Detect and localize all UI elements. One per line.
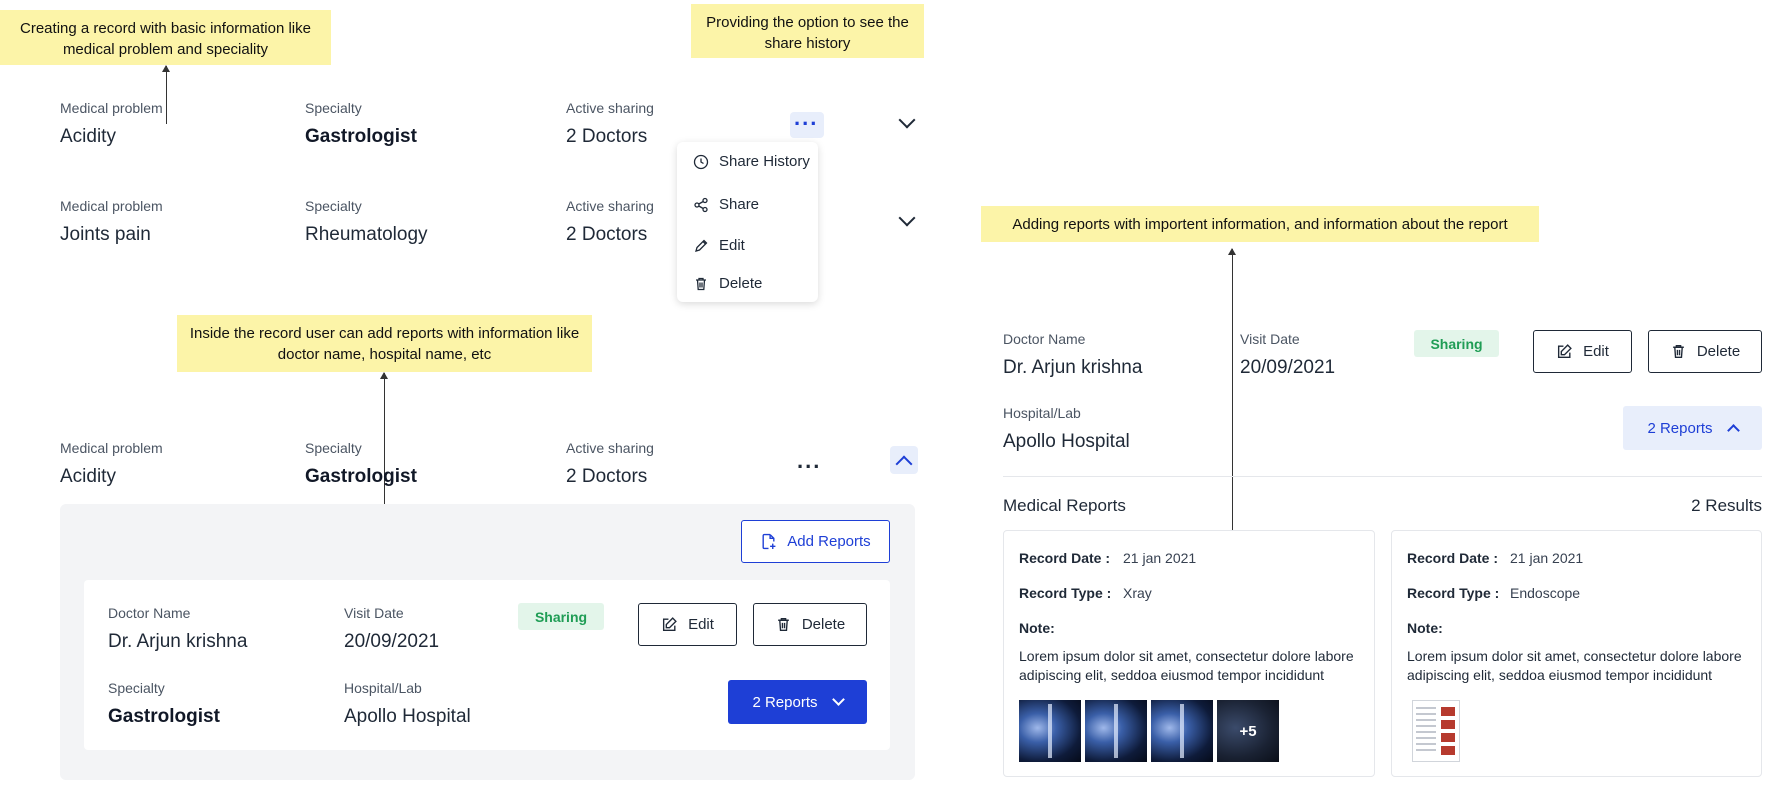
medical-problem-label: Medical problem — [60, 440, 163, 456]
file-add-icon — [762, 533, 776, 550]
xray-thumbnail[interactable] — [1019, 700, 1081, 762]
visit-date-label: Visit Date — [1240, 331, 1300, 347]
divider — [1003, 476, 1762, 477]
trash-icon — [1673, 344, 1684, 359]
record-date-label: Record Date : — [1019, 550, 1111, 566]
active-sharing-value: 2 Doctors — [566, 466, 648, 487]
menu-item-label: Share — [719, 196, 760, 213]
share-icon — [694, 197, 708, 212]
specialty-value: Gastrologist — [305, 466, 417, 487]
record-type-value: Endoscope — [1510, 585, 1581, 601]
reports-toggle-button[interactable]: 2 Reports — [728, 680, 867, 724]
visit-date-value: 20/09/2021 — [1240, 357, 1336, 378]
active-sharing-label: Active sharing — [566, 440, 654, 456]
medical-problem-label: Medical problem — [60, 100, 163, 116]
note-label: Note: — [1019, 620, 1055, 636]
annotation-share-history: Providing the option to see the share hi… — [691, 4, 924, 58]
menu-item-share-history[interactable]: Share History — [693, 153, 810, 170]
active-sharing-value: 2 Doctors — [566, 126, 648, 147]
chevron-down-icon[interactable] — [898, 111, 916, 129]
doctor-name-value: Dr. Arjun krishna — [108, 631, 248, 652]
record-options-menu: Share History Share Edit Delete — [677, 142, 818, 302]
menu-item-label: Delete — [719, 275, 763, 292]
medical-problem-label: Medical problem — [60, 198, 163, 214]
record-type-label: Record Type : — [1407, 585, 1500, 601]
hospital-label: Hospital/Lab — [344, 680, 422, 696]
menu-item-edit[interactable]: Edit — [693, 237, 745, 254]
more-icon: ... — [794, 105, 819, 130]
more-icon[interactable]: ... — [797, 450, 821, 472]
hospital-value: Apollo Hospital — [1003, 431, 1130, 452]
reports-toggle-label: 2 Reports — [752, 693, 818, 711]
edit-icon — [1558, 344, 1572, 359]
active-sharing-label: Active sharing — [566, 198, 654, 214]
chevron-down-icon — [831, 693, 845, 706]
doctor-name-value: Dr. Arjun krishna — [1003, 357, 1143, 378]
doctor-name-label: Doctor Name — [1003, 331, 1086, 347]
active-sharing-label: Active sharing — [566, 100, 654, 116]
hospital-value: Apollo Hospital — [344, 706, 471, 727]
pencil-icon — [695, 239, 708, 252]
hospital-label: Hospital/Lab — [1003, 405, 1081, 421]
edit-button[interactable]: Edit — [1533, 330, 1632, 373]
note-text: Lorem ipsum dolor sit amet, consectetur … — [1407, 648, 1742, 683]
medical-reports-title: Medical Reports — [1003, 496, 1126, 515]
more-images-thumbnail[interactable]: +5 — [1217, 700, 1279, 762]
note-text: Lorem ipsum dolor sit amet, consectetur … — [1019, 648, 1354, 683]
menu-item-delete[interactable]: Delete — [693, 275, 762, 292]
specialty-label: Specialty — [305, 440, 362, 456]
add-reports-button[interactable]: Add Reports — [741, 520, 890, 563]
annotation-create-record: Creating a record with basic information… — [0, 10, 331, 65]
note-label: Note: — [1407, 620, 1443, 636]
results-count: 2 Results — [1691, 496, 1762, 515]
record-type-label: Record Type : — [1019, 585, 1112, 601]
clock-icon — [693, 154, 709, 169]
xray-thumbnail[interactable] — [1151, 700, 1213, 762]
menu-item-label: Share History — [719, 153, 810, 170]
record-date-label: Record Date : — [1407, 550, 1499, 566]
specialty-value: Gastrologist — [108, 706, 220, 727]
doctor-name-label: Doctor Name — [108, 605, 191, 621]
chevron-up-icon — [1726, 424, 1740, 437]
visit-date-value: 20/09/2021 — [344, 631, 440, 652]
medical-problem-value: Joints pain — [60, 224, 151, 245]
specialty-value: Gastrologist — [305, 126, 417, 147]
xray-thumbnail[interactable] — [1085, 700, 1147, 762]
add-reports-label: Add Reports — [787, 533, 871, 550]
record-type-value: Xray — [1123, 585, 1152, 601]
delete-button[interactable]: Delete — [753, 603, 867, 646]
trash-icon — [778, 617, 789, 632]
annotation-adding-reports: Adding reports with importent informatio… — [981, 206, 1539, 242]
specialty-label: Specialty — [305, 198, 362, 214]
endoscope-report-thumbnail[interactable] — [1412, 700, 1460, 762]
record-date-value: 21 jan 2021 — [1510, 550, 1584, 566]
delete-label: Delete — [1696, 343, 1741, 360]
record-date-value: 21 jan 2021 — [1123, 550, 1197, 566]
edit-label: Edit — [688, 616, 714, 633]
reports-toggle-button[interactable]: 2 Reports — [1623, 406, 1762, 450]
edit-icon — [663, 617, 677, 632]
status-badge: Sharing — [518, 603, 604, 630]
medical-problem-value: Acidity — [60, 126, 116, 147]
status-badge: Sharing — [1414, 330, 1499, 357]
specialty-label: Specialty — [305, 100, 362, 116]
active-sharing-value: 2 Doctors — [566, 224, 648, 245]
medical-problem-value: Acidity — [60, 466, 116, 487]
annotation-inside-record: Inside the record user can add reports w… — [177, 315, 592, 372]
specialty-value: Rheumatology — [305, 224, 428, 245]
edit-label: Edit — [1583, 343, 1609, 360]
specialty-label: Specialty — [108, 680, 165, 696]
visit-date-label: Visit Date — [344, 605, 404, 621]
trash-icon — [696, 277, 706, 290]
menu-item-label: Edit — [719, 237, 745, 254]
annotation-arrow — [162, 65, 170, 124]
delete-button[interactable]: Delete — [1648, 330, 1762, 373]
reports-toggle-label: 2 Reports — [1647, 419, 1713, 437]
chevron-down-icon[interactable] — [898, 209, 916, 227]
annotation-arrow — [1228, 248, 1236, 575]
edit-button[interactable]: Edit — [638, 603, 737, 646]
delete-label: Delete — [801, 616, 846, 633]
menu-item-share[interactable]: Share — [693, 196, 759, 213]
